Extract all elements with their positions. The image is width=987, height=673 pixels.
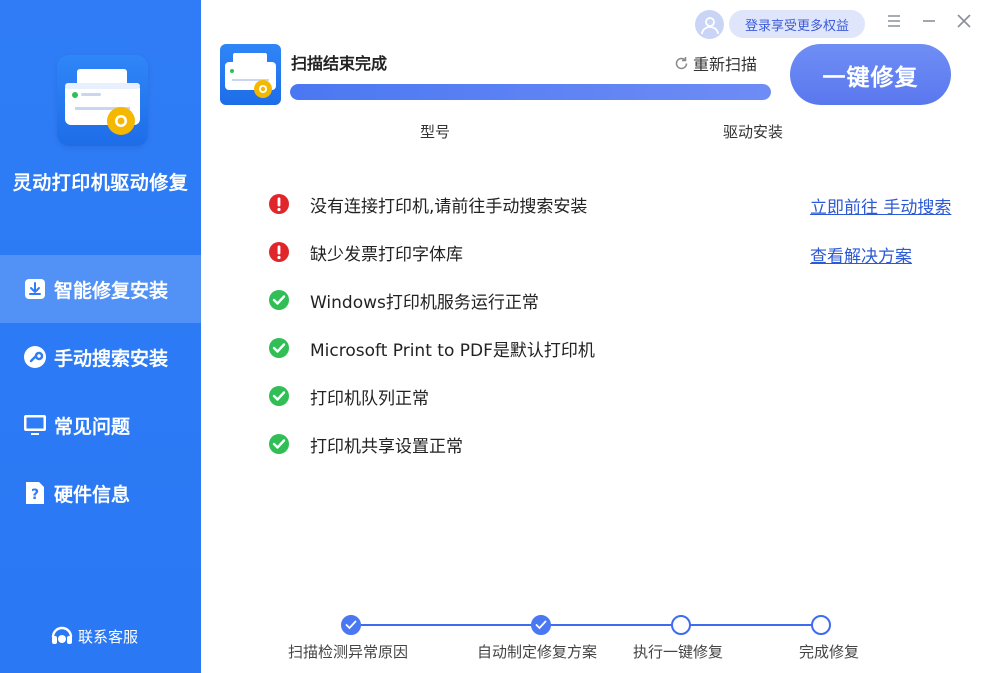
sidebar-item-smart-repair[interactable]: 智能修复安装 bbox=[0, 255, 201, 323]
result-text: 缺少发票打印字体库 bbox=[310, 244, 463, 265]
rescan-label: 重新扫描 bbox=[693, 55, 758, 74]
minimize-icon[interactable] bbox=[920, 12, 938, 30]
sidebar-item-label: 硬件信息 bbox=[54, 483, 131, 506]
sidebar-item-label: 手动搜索安装 bbox=[54, 347, 169, 370]
result-text: 打印机共享设置正常 bbox=[310, 436, 463, 457]
step-progress-line bbox=[360, 624, 812, 626]
result-text: 没有连接打印机,请前往手动搜索安装 bbox=[310, 196, 588, 217]
avatar[interactable] bbox=[695, 10, 724, 39]
support-label: 联系客服 bbox=[78, 627, 139, 646]
app-title: 灵动打印机驱动修复 bbox=[12, 172, 189, 194]
model-label: 型号 bbox=[420, 123, 451, 141]
rescan-button[interactable]: 重新扫描 bbox=[674, 51, 757, 75]
download-icon bbox=[23, 277, 47, 301]
sidebar-item-label: 智能修复安装 bbox=[54, 279, 169, 302]
sidebar-item-faq[interactable]: 常见问题 bbox=[0, 391, 201, 459]
headset-icon bbox=[50, 625, 74, 647]
scan-status: 扫描结束完成 bbox=[291, 54, 388, 73]
result-text: Windows打印机服务运行正常 bbox=[310, 292, 539, 313]
result-item: 打印机队列正常 bbox=[268, 383, 968, 409]
step-label: 执行一键修复 bbox=[633, 643, 724, 661]
check-icon bbox=[268, 385, 290, 407]
printer-scan-icon bbox=[220, 44, 281, 105]
check-icon bbox=[268, 289, 290, 311]
login-button[interactable]: 登录享受更多权益 bbox=[729, 10, 865, 38]
check-icon bbox=[268, 433, 290, 455]
printer-logo-icon bbox=[57, 55, 148, 146]
manual-search-link[interactable]: 立即前往 手动搜索 bbox=[810, 193, 951, 218]
error-icon bbox=[268, 241, 290, 263]
step-pending-dot bbox=[671, 615, 691, 635]
step-label: 完成修复 bbox=[799, 643, 860, 661]
sidebar-item-hardware-info[interactable]: ? 硬件信息 bbox=[0, 459, 201, 527]
menu-icon[interactable] bbox=[885, 12, 903, 30]
close-icon[interactable] bbox=[955, 12, 973, 30]
step-label: 扫描检测异常原因 bbox=[288, 643, 409, 661]
driver-install-label: 驱动安装 bbox=[723, 123, 784, 141]
question-icon: ? bbox=[23, 481, 47, 505]
step-check-icon bbox=[531, 615, 551, 635]
scan-progress-fill bbox=[290, 84, 771, 100]
contact-support-button[interactable]: 联系客服 bbox=[50, 625, 138, 647]
check-icon bbox=[268, 337, 290, 359]
result-text: 打印机队列正常 bbox=[310, 388, 429, 409]
error-icon bbox=[268, 193, 290, 215]
result-text: Microsoft Print to PDF是默认打印机 bbox=[310, 340, 595, 361]
refresh-icon bbox=[674, 56, 689, 71]
sidebar: 灵动打印机驱动修复 智能修复安装 手动搜索安装 常见问题 ? 硬件信息 联系客服 bbox=[0, 0, 201, 673]
step-pending-dot bbox=[811, 615, 831, 635]
step-label: 自动制定修复方案 bbox=[477, 643, 598, 661]
svg-text:?: ? bbox=[31, 487, 39, 503]
result-item: Microsoft Print to PDF是默认打印机 bbox=[268, 335, 968, 361]
wrench-icon bbox=[23, 345, 47, 369]
sidebar-item-manual-search[interactable]: 手动搜索安装 bbox=[0, 323, 201, 391]
result-item: Windows打印机服务运行正常 bbox=[268, 287, 968, 313]
result-item: 打印机共享设置正常 bbox=[268, 431, 968, 457]
step-check-icon bbox=[341, 615, 361, 635]
one-click-fix-button[interactable]: 一键修复 bbox=[790, 44, 951, 105]
view-solution-link[interactable]: 查看解决方案 bbox=[810, 242, 912, 267]
user-icon bbox=[700, 16, 719, 34]
sidebar-item-label: 常见问题 bbox=[54, 415, 131, 438]
monitor-icon bbox=[23, 413, 47, 437]
scan-progress-bar bbox=[290, 84, 771, 100]
